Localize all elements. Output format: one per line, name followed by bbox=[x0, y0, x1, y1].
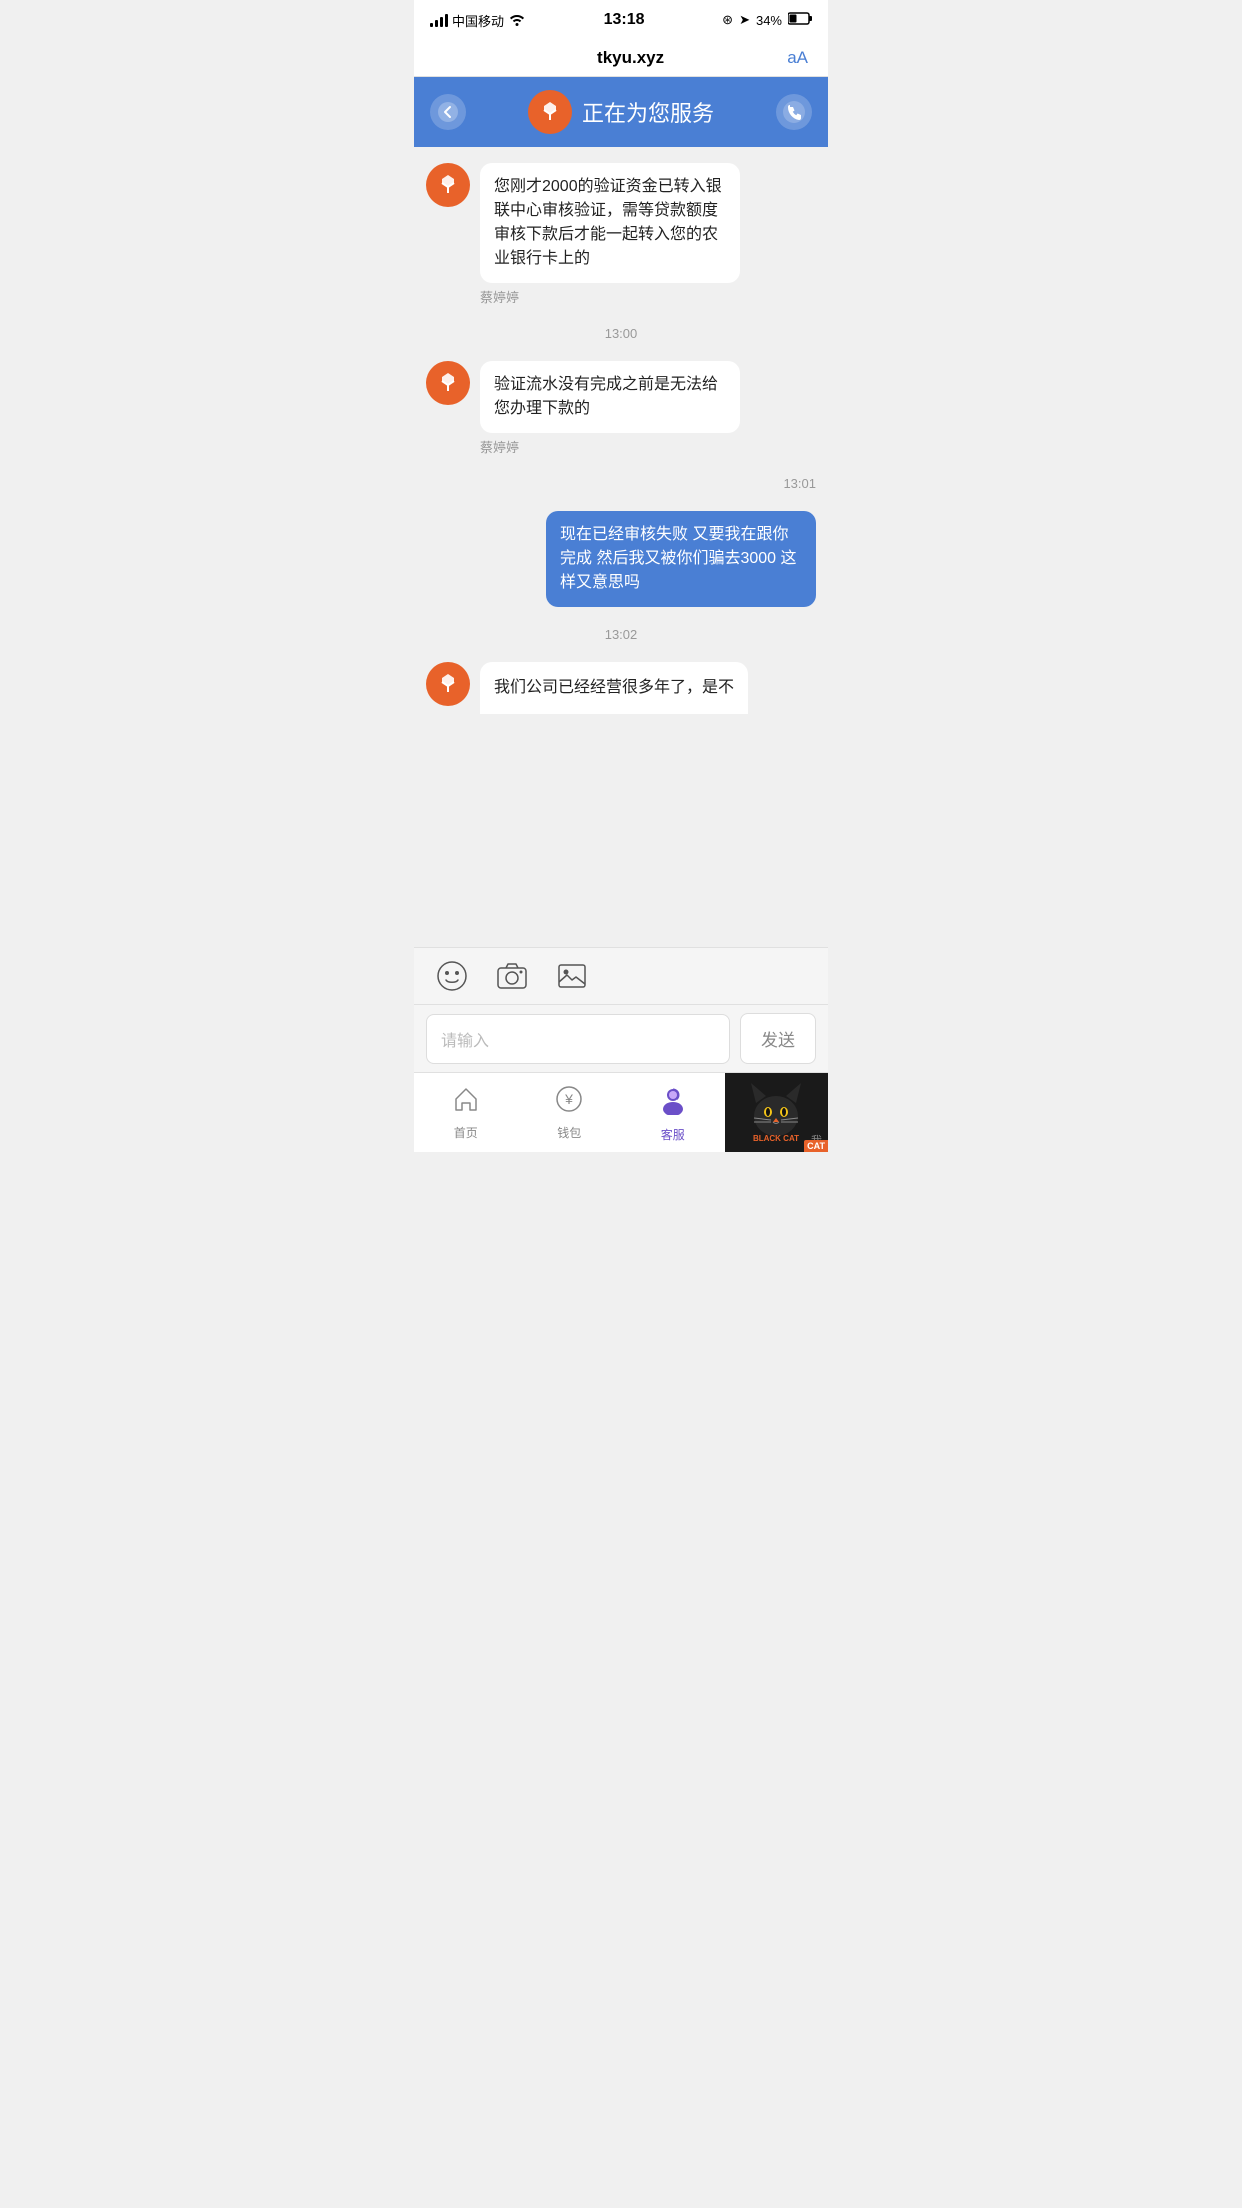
emoji-button[interactable] bbox=[434, 958, 470, 994]
back-button[interactable] bbox=[430, 94, 466, 130]
nav-blackcat[interactable]: BLACK CAT 我 CAT bbox=[725, 1073, 829, 1152]
bottom-nav: 首页 ¥ 钱包 客服 bbox=[414, 1072, 828, 1152]
cat-watermark: CAT bbox=[804, 1140, 828, 1152]
svg-text:¥: ¥ bbox=[564, 1091, 573, 1107]
msg-group-3: 现在已经审核失败 又要我在跟你完成 然后我又被你们骗去3000 这样又意思吗 bbox=[426, 511, 816, 607]
nav-home[interactable]: 首页 bbox=[414, 1073, 518, 1152]
msg-group-2: 验证流水没有完成之前是无法给您办理下款的 蔡婷婷 bbox=[426, 361, 816, 456]
service-label: 客服 bbox=[661, 1126, 685, 1143]
input-placeholder: 请输入 bbox=[441, 1027, 489, 1051]
status-bar: 中国移动 13:18 ⊛ ➤ 34% bbox=[414, 0, 828, 40]
user-message-row: 现在已经审核失败 又要我在跟你完成 然后我又被你们骗去3000 这样又意思吗 bbox=[546, 511, 816, 607]
agent-avatar-2 bbox=[426, 361, 470, 405]
status-right: ⊛ ➤ 34% bbox=[722, 12, 812, 28]
nav-wallet[interactable]: ¥ 钱包 bbox=[518, 1073, 622, 1152]
battery-icon bbox=[788, 12, 812, 28]
service-icon bbox=[657, 1083, 689, 1122]
svg-text:BLACK CAT: BLACK CAT bbox=[753, 1134, 799, 1143]
carrier-label: 中国移动 bbox=[452, 11, 504, 30]
home-label: 首页 bbox=[454, 1124, 478, 1141]
toolbar bbox=[414, 947, 828, 1004]
agent-bubble-1: 您刚才2000的验证资金已转入银联中心审核验证，需等贷款额度审核下款后才能一起转… bbox=[480, 163, 740, 283]
bar4 bbox=[445, 14, 448, 27]
image-button[interactable] bbox=[554, 958, 590, 994]
agent-bubble-2: 验证流水没有完成之前是无法给您办理下款的 bbox=[480, 361, 740, 433]
input-area: 请输入 发送 bbox=[414, 1004, 828, 1072]
message-row: 验证流水没有完成之前是无法给您办理下款的 bbox=[426, 361, 740, 433]
wallet-label: 钱包 bbox=[557, 1124, 581, 1141]
agent-avatar-3 bbox=[426, 662, 470, 706]
font-size-control[interactable]: aA bbox=[787, 48, 808, 68]
nav-icon: ➤ bbox=[739, 12, 750, 28]
msg-group-1: 您刚才2000的验证资金已转入银联中心审核验证，需等贷款额度审核下款后才能一起转… bbox=[426, 163, 816, 306]
browser-bar: tkyu.xyz aA bbox=[414, 40, 828, 77]
message-input[interactable]: 请输入 bbox=[426, 1014, 730, 1064]
message-row: 我们公司已经经营很多年了，是不 bbox=[426, 662, 748, 714]
agent-avatar-1 bbox=[426, 163, 470, 207]
timestamp-1300: 13:00 bbox=[605, 326, 638, 341]
agent-avatar bbox=[528, 90, 572, 134]
nav-service[interactable]: 客服 bbox=[621, 1073, 725, 1152]
header-center: 正在为您服务 bbox=[528, 90, 714, 134]
wifi-icon bbox=[508, 12, 526, 29]
message-row: 您刚才2000的验证资金已转入银联中心审核验证，需等贷款额度审核下款后才能一起转… bbox=[426, 163, 740, 283]
user-bubble-1: 现在已经审核失败 又要我在跟你完成 然后我又被你们骗去3000 这样又意思吗 bbox=[546, 511, 816, 607]
signal-bars bbox=[430, 13, 448, 27]
header-title: 正在为您服务 bbox=[582, 96, 714, 128]
status-time: 13:18 bbox=[604, 11, 645, 29]
timestamp-1301: 13:01 bbox=[783, 476, 816, 491]
status-left: 中国移动 bbox=[430, 11, 526, 30]
bar1 bbox=[430, 23, 433, 27]
chat-header: 正在为您服务 bbox=[414, 77, 828, 147]
agent-sender-2: 蔡婷婷 bbox=[480, 437, 816, 456]
browser-url: tkyu.xyz bbox=[597, 48, 664, 68]
call-button[interactable] bbox=[776, 94, 812, 130]
bar2 bbox=[435, 20, 438, 27]
agent-bubble-3-partial: 我们公司已经经营很多年了，是不 bbox=[480, 662, 748, 714]
agent-sender-1: 蔡婷婷 bbox=[480, 287, 816, 306]
bar3 bbox=[440, 17, 443, 27]
location-icon: ⊛ bbox=[722, 12, 733, 28]
timestamp-1302: 13:02 bbox=[605, 627, 638, 642]
send-button[interactable]: 发送 bbox=[740, 1013, 816, 1064]
home-icon bbox=[452, 1085, 480, 1120]
camera-button[interactable] bbox=[494, 958, 530, 994]
chat-area: 您刚才2000的验证资金已转入银联中心审核验证，需等贷款额度审核下款后才能一起转… bbox=[414, 147, 828, 947]
wallet-icon: ¥ bbox=[555, 1085, 583, 1120]
msg-group-4: 我们公司已经经营很多年了，是不 bbox=[426, 662, 816, 714]
battery-label: 34% bbox=[756, 13, 782, 28]
black-cat-logo: BLACK CAT bbox=[741, 1078, 811, 1148]
